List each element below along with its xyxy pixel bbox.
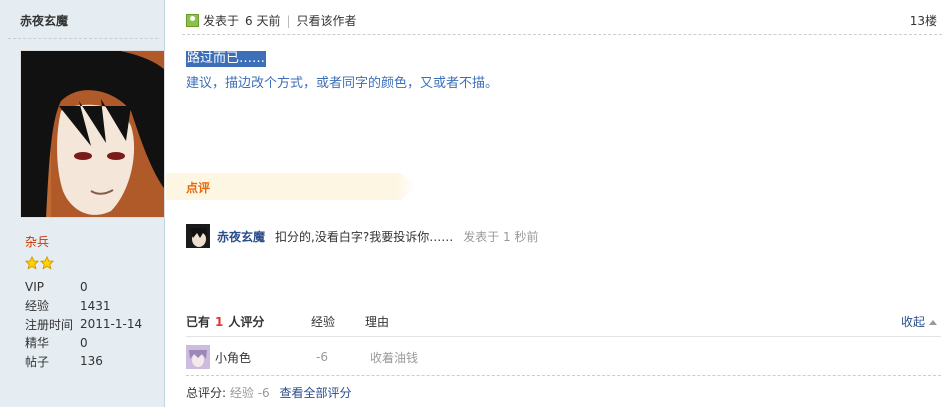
comment-label-text: 点评	[186, 181, 211, 195]
author-only-link[interactable]: 只看该作者	[297, 12, 357, 29]
commenter-name[interactable]: 赤夜玄魔	[217, 228, 265, 245]
rating-divider	[186, 336, 941, 337]
rater-reason: 收着油钱	[370, 350, 419, 365]
user-stats: VIP 0 经验 1431 注册时间 2011-1-14 精华 0 帖子 136	[25, 278, 142, 371]
rating-count-number: 1	[215, 315, 224, 329]
stat-vip: VIP 0	[25, 280, 88, 295]
rating-row: 小角色 -6 收着油钱	[186, 345, 418, 369]
posted-label: 发表于	[203, 14, 240, 28]
comment-text: 扣分的,没看白字?我要投诉你……	[275, 229, 454, 244]
comment-section-label: 点评	[166, 173, 416, 200]
author-sidebar: 赤夜玄魔 杂兵 VIP 0 经验 1431 注册时间 2011-1-14 精华 0 帖子…	[0, 0, 165, 407]
rating-total-value: 经验 -6	[229, 386, 270, 400]
stat-digest: 精华 0	[25, 335, 88, 351]
author-username[interactable]: 赤夜玄魔	[20, 12, 68, 29]
rank-stars	[25, 256, 54, 270]
author-avatar[interactable]	[20, 50, 165, 218]
user-rank: 杂兵	[25, 235, 50, 249]
rating-count: 已有 1 人评分	[186, 315, 265, 329]
rating-header: 已有 1 人评分 经验 理由	[186, 313, 941, 330]
post-header: 发表于 6 天前 | 只看该作者	[186, 12, 357, 29]
collapse-button[interactable]: 收起	[901, 313, 937, 330]
post-line-2: 建议，描边改个方式，或者同字的颜色，又或者不描。	[186, 76, 499, 91]
post-line-highlighted: 路过而已……	[186, 51, 267, 67]
rating-col-reason: 理由	[365, 315, 390, 329]
floor-number[interactable]: 13楼	[910, 12, 937, 29]
rater-avatar[interactable]	[186, 345, 210, 369]
star-icon	[25, 256, 39, 270]
commenter-avatar[interactable]	[186, 224, 210, 248]
comment-item: 赤夜玄魔 扣分的,没看白字?我要投诉你…… 发表于 1 秒前	[186, 224, 538, 248]
rating-divider-2	[186, 375, 941, 376]
star-icon	[40, 256, 54, 270]
header-divider	[182, 34, 942, 35]
rater-score: -6	[316, 350, 328, 364]
comment-time: 发表于 1 秒前	[463, 229, 539, 244]
stat-exp: 经验 1431	[25, 298, 111, 314]
sidebar-divider	[8, 38, 158, 39]
user-online-icon	[186, 14, 199, 27]
view-all-ratings-link[interactable]: 查看全部评分	[279, 386, 351, 400]
post-main: 发表于 6 天前 | 只看该作者 13楼 路过而已…… 建议，描边改个方式，或者…	[166, 0, 947, 407]
rater-name[interactable]: 小角色	[215, 349, 316, 366]
collapse-up-icon	[929, 320, 937, 325]
stat-posts: 帖子 136	[25, 354, 103, 369]
rating-total: 总评分: 经验 -6 查看全部评分	[186, 386, 352, 400]
stat-register-date: 注册时间 2011-1-14	[25, 317, 143, 332]
posted-time: 6 天前	[245, 14, 281, 28]
header-separator: |	[286, 13, 291, 28]
rating-col-exp: 经验	[311, 315, 336, 329]
